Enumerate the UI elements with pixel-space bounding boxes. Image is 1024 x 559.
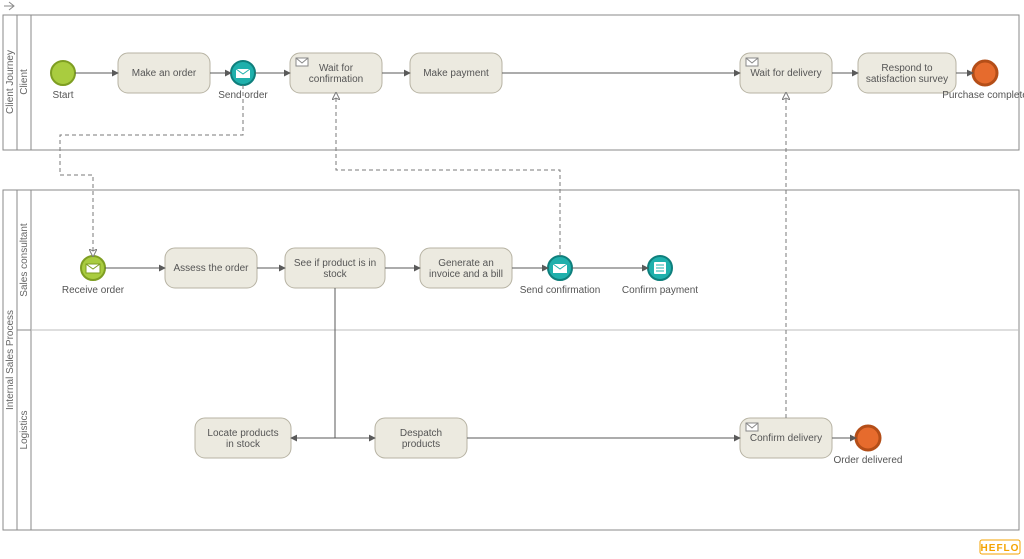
pool-internal-sales: Internal Sales Process Sales consultant … [3, 190, 1019, 530]
msg-sendorder-receiveorder [60, 85, 243, 256]
svg-text:stock: stock [323, 269, 347, 280]
envelope-icon [236, 69, 250, 78]
task-confirm-delivery[interactable]: Confirm delivery [740, 418, 832, 458]
svg-text:Wait for delivery: Wait for delivery [750, 68, 821, 79]
envelope-icon [746, 423, 758, 431]
event-send-confirmation[interactable]: Send confirmation [520, 256, 601, 296]
envelope-icon [746, 58, 758, 66]
pool-title-internal-sales: Internal Sales Process [5, 310, 16, 410]
svg-text:Locate products: Locate products [207, 428, 278, 439]
envelope-icon [553, 264, 567, 273]
end-event-order-delivered[interactable]: Order delivered [834, 426, 903, 466]
envelope-icon [296, 58, 308, 66]
svg-text:Send confirmation: Send confirmation [520, 285, 601, 296]
task-make-payment[interactable]: Make payment [410, 53, 502, 93]
svg-text:confirmation: confirmation [309, 74, 363, 85]
svg-text:Purchase complete: Purchase complete [942, 90, 1024, 101]
lane-title-sales-consultant: Sales consultant [19, 223, 30, 297]
event-confirm-payment[interactable]: Confirm payment [622, 256, 698, 296]
task-make-order[interactable]: Make an order [118, 53, 210, 93]
svg-text:Despatch: Despatch [400, 428, 442, 439]
bpmn-diagram: Client Journey Client Start Make an orde… [0, 0, 1024, 559]
svg-text:invoice and a bill: invoice and a bill [429, 269, 503, 280]
start-label: Start [52, 90, 73, 101]
task-despatch-products[interactable]: Despatch products Despatch products [375, 418, 467, 458]
svg-text:products: products [402, 439, 440, 450]
task-wait-delivery[interactable]: Wait for delivery [740, 53, 832, 93]
svg-text:Order delivered: Order delivered [834, 455, 903, 466]
svg-text:Confirm payment: Confirm payment [622, 285, 698, 296]
task-assess-order[interactable]: Assess the order [165, 248, 257, 288]
svg-text:HEFLO: HEFLO [981, 543, 1020, 554]
svg-text:Confirm delivery: Confirm delivery [750, 433, 822, 444]
lane-title-logistics: Logistics [19, 411, 30, 450]
svg-text:Make an order: Make an order [132, 68, 197, 79]
diagram-corner-icon [4, 2, 14, 10]
svg-text:Receive order: Receive order [62, 285, 125, 296]
svg-text:Wait for: Wait for [319, 63, 354, 74]
svg-text:Make payment: Make payment [423, 68, 489, 79]
event-receive-order[interactable]: Receive order [62, 256, 125, 296]
list-icon [654, 262, 666, 274]
pool-title-client-journey: Client Journey [5, 50, 16, 114]
msg-confirmation [336, 93, 560, 256]
svg-text:Respond to: Respond to [881, 63, 933, 74]
envelope-icon [86, 264, 100, 273]
svg-text:Generate an: Generate an [438, 258, 494, 269]
flow [291, 288, 335, 438]
lane-title-client: Client [19, 69, 30, 95]
svg-text:satisfaction survey: satisfaction survey [866, 74, 948, 85]
task-wait-confirmation[interactable]: Wait for confirmation Wait for confirmat… [290, 53, 382, 93]
brand-badge: HEFLO [980, 540, 1020, 554]
task-generate-invoice[interactable]: Generate an invoice and a bill Generate … [420, 248, 512, 288]
task-check-stock[interactable]: See if product is in stock See if produc… [285, 248, 385, 288]
svg-text:in stock: in stock [226, 439, 261, 450]
svg-text:Assess the order: Assess the order [173, 263, 249, 274]
task-locate-products[interactable]: Locate products in stock Locate products… [195, 418, 291, 458]
start-event[interactable]: Start [51, 61, 75, 101]
svg-text:See if product is in: See if product is in [294, 258, 376, 269]
task-respond-survey[interactable]: Respond to satisfaction survey Respond t… [858, 53, 956, 93]
